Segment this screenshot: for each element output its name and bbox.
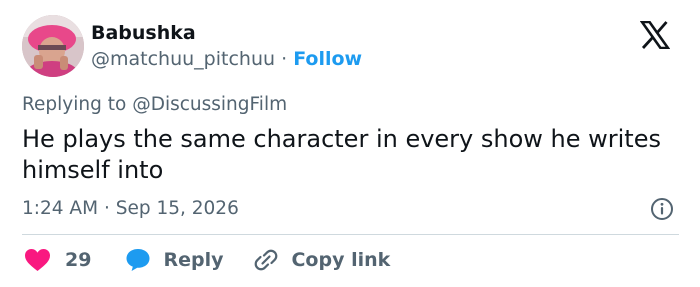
author-display-name[interactable]: Babushka <box>91 21 196 45</box>
like-button[interactable]: 29 <box>22 248 125 272</box>
author-handle[interactable]: @matchuu_pitchuu <box>91 48 275 70</box>
tweet-text: He plays the same character in every sho… <box>22 125 661 184</box>
copy-link-button[interactable]: Copy link <box>253 247 390 273</box>
heart-icon <box>25 249 50 271</box>
tweet-card: Babushka @matchuu_pitchuu · Follow Reply… <box>0 0 700 287</box>
x-logo-icon[interactable] <box>640 21 670 49</box>
like-count: 29 <box>65 249 92 271</box>
reply-context-mention[interactable]: @DiscussingFilm <box>132 94 287 115</box>
tweet-date: Sep 15, 2026 <box>115 198 239 219</box>
reply-context: Replying to @DiscussingFilm <box>22 93 287 117</box>
link-icon <box>255 249 278 271</box>
tweet-time: 1:24 AM <box>22 198 99 219</box>
reply-button[interactable]: Reply <box>125 248 253 272</box>
timestamp-separator: · <box>103 198 110 219</box>
avatar-image <box>22 15 84 77</box>
reply-label: Reply <box>163 249 224 271</box>
info-icon[interactable] <box>650 197 674 221</box>
action-bar: 29 Reply Copy link <box>22 246 390 274</box>
author-handle-line: @matchuu_pitchuu · Follow <box>91 47 362 71</box>
speech-bubble-icon <box>126 249 150 271</box>
copy-link-label: Copy link <box>291 249 391 271</box>
tweet-timestamp[interactable]: 1:24 AM · Sep 15, 2026 <box>22 197 239 221</box>
action-divider <box>22 234 679 235</box>
reply-context-prefix: Replying to <box>22 94 127 115</box>
avatar[interactable] <box>22 15 84 77</box>
handle-separator: · <box>281 48 288 70</box>
follow-button[interactable]: Follow <box>293 48 362 70</box>
